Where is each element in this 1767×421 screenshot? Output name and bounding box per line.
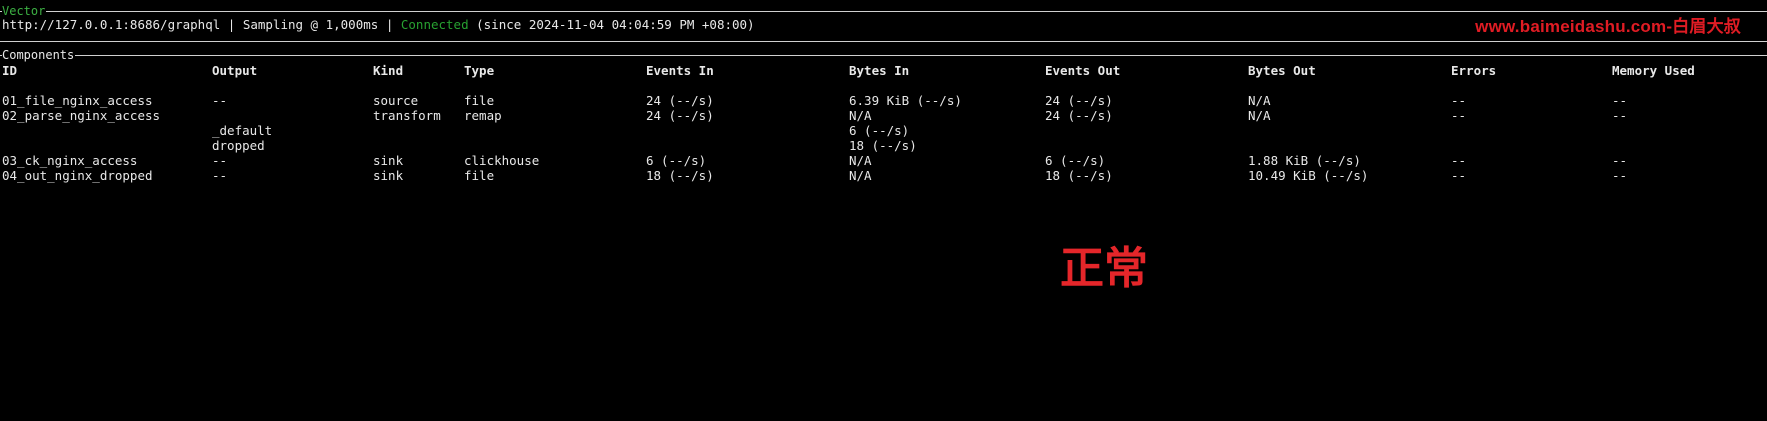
- status-separator: |: [220, 17, 243, 32]
- cell-memory-used: --: [1612, 108, 1628, 123]
- cell-id: 02_parse_nginx_access: [2, 108, 161, 123]
- cell-events-out: 6 (--/s): [1045, 153, 1106, 168]
- cell-bytes-in: N/A: [849, 153, 872, 168]
- status-separator: |: [378, 17, 401, 32]
- cell-bytes-in: 6.39 KiB (--/s): [849, 93, 962, 108]
- cell-events-out: 24 (--/s): [1045, 108, 1113, 123]
- vector-panel-title: Vector: [2, 4, 47, 18]
- cell-kind: source: [373, 93, 419, 108]
- cell-events-in: 24 (--/s): [646, 93, 714, 108]
- sub-output-name: dropped: [212, 138, 265, 153]
- cell-output: --: [212, 93, 228, 108]
- cell-events-in: 18 (--/s): [646, 168, 714, 183]
- column-header-id: ID: [2, 63, 18, 78]
- cell-kind: sink: [373, 153, 404, 168]
- cell-kind: sink: [373, 168, 404, 183]
- sub-output-name: _default: [212, 123, 273, 138]
- cell-errors: --: [1451, 93, 1467, 108]
- column-header-output: Output: [212, 63, 258, 78]
- status-annotation: 正常: [1060, 243, 1148, 294]
- cell-errors: --: [1451, 168, 1467, 183]
- connected-since: (since 2024-11-04 04:04:59 PM +08:00): [468, 17, 755, 32]
- watermark: www.baimeidashu.com-白眉大叔: [1475, 17, 1741, 36]
- cell-id: 01_file_nginx_access: [2, 93, 153, 108]
- cell-bytes-out: 1.88 KiB (--/s): [1248, 153, 1361, 168]
- column-header-bytes-in: Bytes In: [849, 63, 910, 78]
- sub-output-value: 18 (--/s): [849, 138, 917, 153]
- cell-memory-used: --: [1612, 168, 1628, 183]
- connection-status-line: http://127.0.0.1:8686/graphql | Sampling…: [2, 17, 755, 33]
- sampling-rate: Sampling @ 1,000ms: [242, 17, 379, 32]
- cell-type: file: [464, 93, 495, 108]
- cell-bytes-in: N/A: [849, 108, 872, 123]
- column-header-memory-used: Memory Used: [1612, 63, 1695, 78]
- column-header-bytes-out: Bytes Out: [1248, 63, 1316, 78]
- cell-bytes-in: N/A: [849, 168, 872, 183]
- cell-bytes-out: N/A: [1248, 108, 1271, 123]
- cell-id: 04_out_nginx_dropped: [2, 168, 153, 183]
- cell-events-in: 6 (--/s): [646, 153, 707, 168]
- column-header-events-in: Events In: [646, 63, 714, 78]
- cell-errors: --: [1451, 153, 1467, 168]
- components-panel-title: Components: [2, 48, 76, 62]
- column-header-kind: Kind: [373, 63, 404, 78]
- column-header-events-out: Events Out: [1045, 63, 1121, 78]
- cell-kind: transform: [373, 108, 441, 123]
- cell-memory-used: --: [1612, 93, 1628, 108]
- components-panel-frame: [0, 55, 1767, 56]
- cell-bytes-out: 10.49 KiB (--/s): [1248, 168, 1369, 183]
- cell-errors: --: [1451, 108, 1467, 123]
- column-header-type: Type: [464, 63, 495, 78]
- cell-type: remap: [464, 108, 502, 123]
- cell-bytes-out: N/A: [1248, 93, 1271, 108]
- connection-status: Connected: [400, 17, 469, 32]
- cell-output: --: [212, 168, 228, 183]
- graphql-url: http://127.0.0.1:8686/graphql: [2, 17, 221, 32]
- column-header-errors: Errors: [1451, 63, 1497, 78]
- cell-id: 03_ck_nginx_access: [2, 153, 138, 168]
- sub-output-value: 6 (--/s): [849, 123, 910, 138]
- cell-events-out: 24 (--/s): [1045, 93, 1113, 108]
- cell-type: file: [464, 168, 495, 183]
- cell-events-out: 18 (--/s): [1045, 168, 1113, 183]
- cell-type: clickhouse: [464, 153, 540, 168]
- cell-output: --: [212, 153, 228, 168]
- cell-memory-used: --: [1612, 153, 1628, 168]
- cell-events-in: 24 (--/s): [646, 108, 714, 123]
